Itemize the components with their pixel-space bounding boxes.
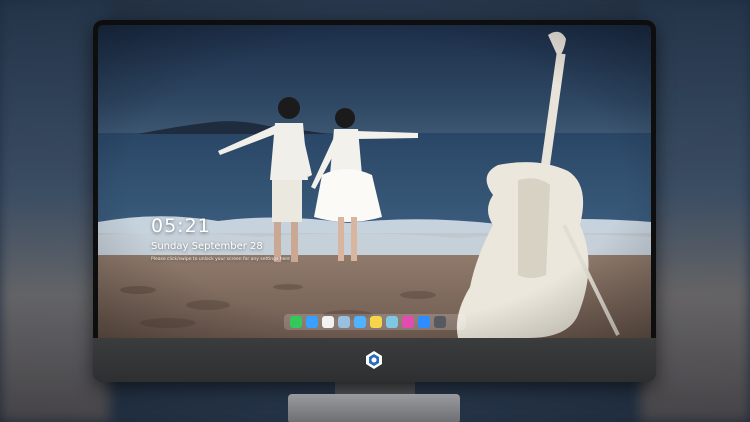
itunes-icon[interactable]	[402, 316, 414, 328]
screenshot-icon[interactable]	[434, 316, 446, 328]
imovie-icon[interactable]	[354, 316, 366, 328]
lock-screen-date: Sunday September 28	[151, 241, 263, 252]
background-blur-right	[640, 0, 750, 422]
wallpaper	[98, 25, 651, 338]
photos-icon[interactable]	[386, 316, 398, 328]
lock-screen-info: 05:21 Sunday September 28 Please click/s…	[151, 215, 290, 262]
messages-icon[interactable]	[290, 316, 302, 328]
monitor-chin	[93, 338, 656, 382]
monitor-stand-base	[288, 394, 460, 422]
finder-icon[interactable]	[306, 316, 318, 328]
notes-icon[interactable]	[370, 316, 382, 328]
lock-screen-time: 05:21	[151, 215, 211, 237]
desktop-screen: 05:21 Sunday September 28 Please click/s…	[98, 25, 651, 338]
clock-icon[interactable]	[322, 316, 334, 328]
preview-icon[interactable]	[338, 316, 350, 328]
lock-screen-subtitle: Please click/swipe to unlock your screen…	[151, 257, 290, 262]
dock	[284, 314, 466, 330]
brand-logo-icon	[364, 350, 384, 370]
app-store-icon[interactable]	[418, 316, 430, 328]
monitor: 05:21 Sunday September 28 Please click/s…	[93, 20, 656, 382]
